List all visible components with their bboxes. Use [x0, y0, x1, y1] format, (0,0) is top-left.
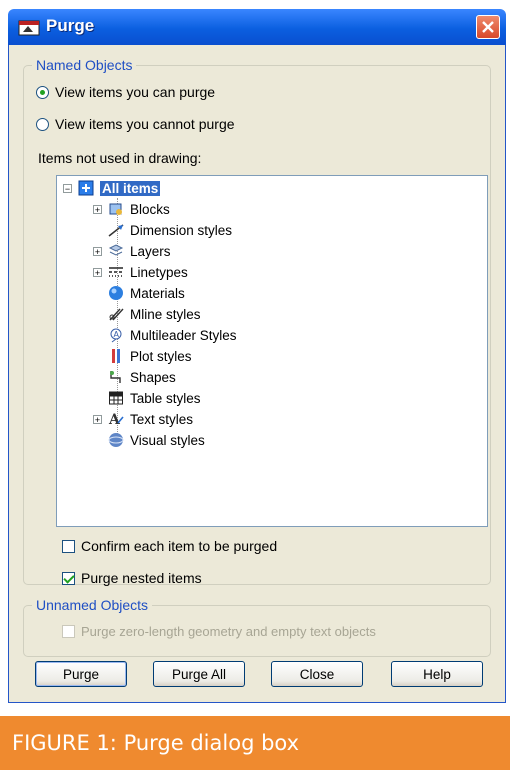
- tree-item-materials[interactable]: Materials: [108, 283, 185, 303]
- tree-item-blocks[interactable]: + Blocks: [93, 199, 170, 219]
- shapes-icon: [110, 371, 121, 383]
- tree-item-linetypes[interactable]: + Linetypes: [93, 262, 188, 282]
- figure-caption: FIGURE 1: Purge dialog box: [0, 716, 510, 770]
- zero-length-label: Purge zero-length geometry and empty tex…: [81, 624, 376, 639]
- tree-item-text-styles[interactable]: + A Text styles: [93, 409, 193, 429]
- radio-cannot-label: View items you cannot purge: [55, 116, 235, 132]
- radio-cannot-button[interactable]: [36, 117, 49, 131]
- named-objects-group: Named Objects View items you can purge V…: [23, 57, 491, 586]
- tree-label: Table styles: [130, 390, 201, 406]
- tree-item-table-styles[interactable]: Table styles: [108, 388, 201, 408]
- unnamed-objects-group: Unnamed Objects Purge zero-length geomet…: [23, 597, 491, 657]
- tree-item-plot-styles[interactable]: Plot styles: [108, 346, 192, 366]
- tree-label: Blocks: [130, 201, 170, 217]
- tree-label: Plot styles: [130, 348, 192, 364]
- tree-label: Layers: [130, 243, 171, 259]
- close-window-button[interactable]: [476, 15, 500, 39]
- dialog-body: Named Objects View items you can purge V…: [8, 45, 506, 703]
- tree-item-mline-styles[interactable]: Mline styles: [108, 304, 201, 324]
- tree-label: Shapes: [130, 369, 176, 385]
- radio-view-cannot-purge[interactable]: View items you cannot purge: [36, 116, 235, 132]
- purge-dialog-figure: Purge Named Objects View items you can p…: [0, 0, 510, 770]
- purge-zero-length-checkbox: Purge zero-length geometry and empty tex…: [62, 624, 376, 639]
- tree-item-multileader-styles[interactable]: A Multileader Styles: [108, 325, 237, 345]
- tree-item-shapes[interactable]: Shapes: [108, 367, 176, 387]
- table-styles-icon: [109, 391, 123, 405]
- dimension-styles-icon: [108, 224, 124, 237]
- text-styles-icon: A: [108, 412, 124, 427]
- multileader-styles-icon: A: [110, 328, 122, 343]
- all-items-icon: [78, 180, 94, 196]
- named-objects-legend: Named Objects: [32, 57, 137, 73]
- close-button[interactable]: Close: [271, 661, 363, 687]
- nested-checkbox-box[interactable]: [62, 571, 75, 585]
- window-title: Purge: [46, 16, 95, 35]
- svg-text:A: A: [108, 412, 121, 427]
- expand-icon[interactable]: +: [93, 414, 102, 424]
- tree-label: Multileader Styles: [130, 327, 237, 343]
- tree-item-all-items[interactable]: − All items: [63, 178, 161, 198]
- expand-icon[interactable]: +: [93, 204, 102, 214]
- tree-label: Visual styles: [130, 432, 205, 448]
- tree-label: Mline styles: [130, 306, 201, 322]
- tree-label: Text styles: [130, 411, 194, 427]
- zero-length-checkbox-box: [62, 625, 75, 638]
- radio-view-can-purge[interactable]: View items you can purge: [36, 84, 215, 100]
- purge-button[interactable]: Purge: [35, 661, 127, 687]
- nested-label: Purge nested items: [81, 570, 202, 586]
- expand-icon[interactable]: +: [93, 246, 102, 256]
- help-button[interactable]: Help: [391, 661, 483, 687]
- mline-styles-icon: [109, 308, 124, 321]
- unnamed-objects-legend: Unnamed Objects: [32, 597, 153, 613]
- tree-item-dimension-styles[interactable]: Dimension styles: [108, 220, 232, 240]
- expand-icon[interactable]: +: [93, 267, 102, 277]
- purge-all-button[interactable]: Purge All: [153, 661, 245, 687]
- purge-items-tree[interactable]: − All items + Blocks Dimension styles + …: [56, 175, 488, 527]
- confirm-checkbox-box[interactable]: [62, 539, 75, 553]
- tree-label: Materials: [130, 285, 185, 301]
- radio-can-label: View items you can purge: [55, 84, 216, 100]
- autocad-app-icon: [18, 20, 40, 36]
- title-bar[interactable]: Purge: [8, 9, 506, 45]
- layers-icon: [108, 244, 124, 256]
- materials-icon: [109, 286, 123, 300]
- plot-styles-icon: [112, 349, 120, 363]
- blocks-icon: [109, 203, 122, 215]
- radio-can-button[interactable]: [36, 85, 49, 99]
- confirm-each-item-checkbox[interactable]: Confirm each item to be purged: [62, 538, 277, 554]
- tree-item-layers[interactable]: + Layers: [93, 241, 171, 261]
- purge-nested-items-checkbox[interactable]: Purge nested items: [62, 570, 202, 586]
- confirm-label: Confirm each item to be purged: [81, 538, 278, 554]
- visual-styles-icon: [108, 433, 124, 447]
- tree-label: Dimension styles: [130, 222, 233, 238]
- tree-label: Linetypes: [130, 264, 188, 280]
- svg-text:A: A: [114, 330, 120, 339]
- close-icon: [482, 21, 494, 33]
- tree-item-visual-styles[interactable]: Visual styles: [108, 430, 205, 450]
- items-not-used-label: Items not used in drawing:: [38, 150, 202, 166]
- tree-label: All items: [100, 180, 161, 196]
- linetypes-icon: [109, 267, 123, 277]
- collapse-icon[interactable]: −: [63, 183, 72, 193]
